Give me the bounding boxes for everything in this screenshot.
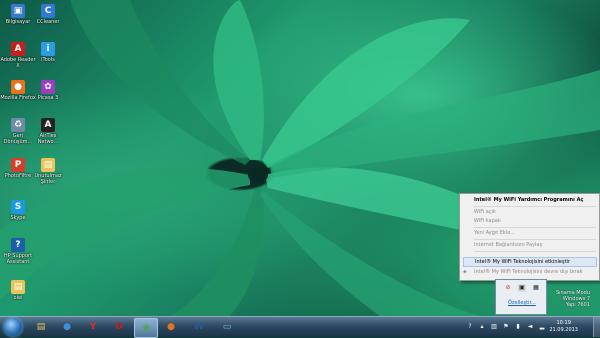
desktop-icon-label: Picasa 3 xyxy=(37,95,59,101)
system-tray: ? ▴ ▥ ⚑ ▮ ◄ ▂ 10:19 21.09.2013 xyxy=(462,317,600,337)
opera-icon: O xyxy=(115,322,123,332)
taskbar-opera-button[interactable]: O xyxy=(108,318,130,336)
device-tray-icon[interactable]: ▦ xyxy=(532,284,540,292)
clock-date: 21.09.2013 xyxy=(549,327,578,333)
taskbar: ▤ ● Y O ◉ ● W ▭ ? ▴ ▥ ⚑ ▮ ◄ ▂ 10:19 21.09.2013 xyxy=(0,316,600,338)
desktop-icon-label: Unutulmaz Şiirler xyxy=(34,173,62,185)
menu-separator xyxy=(474,227,596,228)
flag-icon[interactable]: ⚑ xyxy=(502,323,510,331)
menu-item-share-internet[interactable]: Internet Bağlantısını Paylaş xyxy=(474,241,597,250)
photofiltre-icon: P xyxy=(11,158,25,172)
folder-icon: ▤ xyxy=(41,158,55,172)
picasa-icon: ✿ xyxy=(41,80,55,94)
signal-icon[interactable]: ▂ xyxy=(538,323,546,331)
show-desktop-button[interactable] xyxy=(593,317,600,337)
folder-icon: ▤ xyxy=(11,280,25,294)
taskbar-word-button[interactable]: W xyxy=(188,318,210,336)
app-tray-icon[interactable]: ▣ xyxy=(518,284,526,292)
chrome-icon: ◉ xyxy=(142,323,150,333)
desktop-icon-label: Skype xyxy=(10,215,26,221)
intel-wifi-context-menu: Intel® My WiFi Yardımcı Programını Aç Wi… xyxy=(459,193,600,281)
window-icon: ▭ xyxy=(222,322,232,332)
taskbar-chrome-button[interactable]: ◉ xyxy=(134,318,158,338)
desktop-icon[interactable]: i iTools xyxy=(30,42,66,63)
adobe-reader-icon: A xyxy=(11,42,25,56)
firefox-icon: ● xyxy=(167,322,175,332)
menu-item-open-utility[interactable]: Intel® My WiFi Yardımcı Programını Aç xyxy=(474,196,597,205)
battery-icon[interactable]: ▮ xyxy=(514,323,522,331)
clock-time: 10:19 xyxy=(556,320,571,326)
taskbar-yandex-button[interactable]: Y xyxy=(82,318,104,336)
computer-icon: ▣ xyxy=(11,4,25,18)
ccleaner-icon: C xyxy=(41,4,55,18)
desktop-icon-label: AirTies Netwo... xyxy=(37,133,59,145)
menu-item-wifi-on[interactable]: WiFi açık xyxy=(474,208,597,217)
taskbar-firefox-button[interactable]: ● xyxy=(160,318,182,336)
network-icon[interactable]: ▥ xyxy=(490,323,498,331)
customize-link[interactable]: Özelleştir... xyxy=(508,300,536,306)
start-button[interactable] xyxy=(4,318,22,336)
desktop-icon[interactable]: A AirTies Netwo... xyxy=(30,118,66,145)
desktop-icon[interactable]: ▤ oiei xyxy=(0,280,36,301)
help-icon[interactable]: ? xyxy=(466,323,474,331)
clock[interactable]: 10:19 21.09.2013 xyxy=(549,320,578,334)
shield-icon: ◈ xyxy=(463,269,467,275)
watermark-line: Yapı 7601 xyxy=(565,302,590,308)
menu-item-add-device[interactable]: Yeni Aygıt Ekle... xyxy=(474,229,597,238)
menu-separator xyxy=(474,206,596,207)
menu-item-label: Intel® My WiFi Teknolojisini devre dışı … xyxy=(474,269,583,275)
media-player-icon: ● xyxy=(63,322,71,332)
taskbar-window-button[interactable]: ▭ xyxy=(216,318,238,336)
yandex-icon: Y xyxy=(89,322,97,332)
desktop-icon-label: oiei xyxy=(13,295,23,301)
security-icon[interactable]: ⊘ xyxy=(504,284,512,292)
tray-overflow-flyout: ⊘ ▣ ▦ Özelleştir... xyxy=(495,279,547,315)
skype-icon: S xyxy=(11,200,25,214)
menu-item-enable-wifi-tech[interactable]: Intel® My WiFi Teknolojisini etkinleştir xyxy=(463,257,597,267)
desktop-icon[interactable]: S Skype xyxy=(0,200,36,221)
show-hidden-icons-icon[interactable]: ▴ xyxy=(478,323,486,331)
desktop-icon-label: HP Support Assistant xyxy=(3,253,33,265)
menu-separator xyxy=(474,239,596,240)
desktop-icon[interactable]: C CCleaner xyxy=(30,4,66,25)
desktop-icon[interactable]: ▤ Unutulmaz Şiirler xyxy=(30,158,66,185)
volume-icon[interactable]: ◄ xyxy=(526,323,534,331)
recycle-bin-icon: ♻ xyxy=(11,118,25,132)
desktop-icon-label: iTools xyxy=(41,57,55,63)
folder-icon: ▤ xyxy=(36,322,46,332)
taskbar-media-button[interactable]: ● xyxy=(56,318,78,336)
airties-icon: A xyxy=(41,118,55,132)
firefox-icon: ● xyxy=(11,80,25,94)
desktop-icon[interactable]: ? HP Support Assistant xyxy=(0,238,36,265)
desktop-icon-label: CCleaner xyxy=(36,19,60,25)
hp-support-icon: ? xyxy=(11,238,25,252)
menu-item-wifi-off[interactable]: WiFi kapalı xyxy=(474,217,597,226)
menu-item-disable-wifi-tech[interactable]: ◈ Intel® My WiFi Teknolojisini devre dış… xyxy=(463,268,597,277)
menu-separator xyxy=(474,251,596,252)
word-icon: W xyxy=(194,322,204,332)
desktop-icon[interactable]: ✿ Picasa 3 xyxy=(30,80,66,101)
test-mode-watermark: Sınama Modu Windows 7 Yapı 7601 xyxy=(556,290,590,308)
taskbar-explorer-button[interactable]: ▤ xyxy=(30,318,52,336)
itools-icon: i xyxy=(41,42,55,56)
